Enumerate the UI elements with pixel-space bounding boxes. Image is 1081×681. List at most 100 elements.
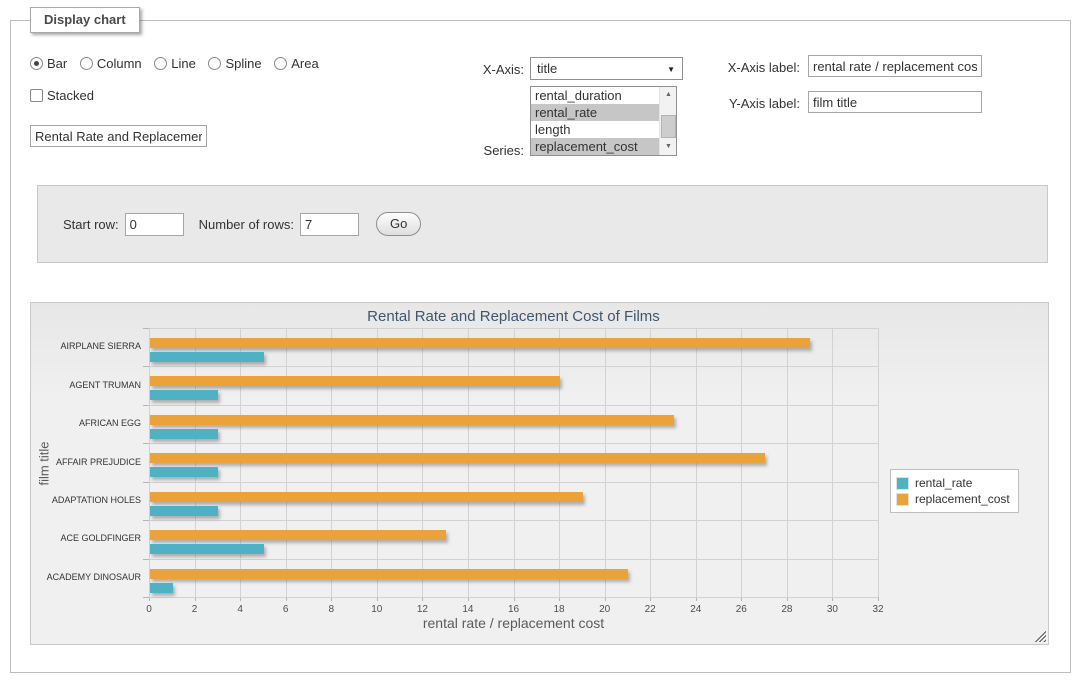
y-axis-tick	[143, 405, 149, 406]
y-axis-tick	[143, 559, 149, 560]
category-label: AFFAIR PREJUDICE	[45, 457, 141, 467]
y-axis-tick	[143, 328, 149, 329]
x-tick-label: 20	[590, 604, 620, 615]
x-tick-label: 6	[271, 604, 301, 615]
x-tick-label: 32	[863, 604, 893, 615]
chart-type-option-spline[interactable]: Spline	[208, 56, 261, 71]
x-tick-label: 10	[362, 604, 392, 615]
grid-line-horizontal	[149, 597, 878, 598]
x-tick-label: 4	[225, 604, 255, 615]
fieldset-legend: Display chart	[30, 7, 140, 33]
bar[interactable]	[150, 544, 264, 554]
bar[interactable]	[150, 352, 264, 362]
chart-type-option-column[interactable]: Column	[80, 56, 142, 71]
x-axis-label-input[interactable]	[808, 55, 982, 77]
chart-type-option-area[interactable]: Area	[274, 56, 318, 71]
column-radio[interactable]	[80, 57, 93, 70]
line-radio[interactable]	[154, 57, 167, 70]
x-tick-label: 16	[499, 604, 529, 615]
spline-radio[interactable]	[208, 57, 221, 70]
num-rows-input[interactable]	[300, 213, 359, 236]
x-tick-label: 8	[316, 604, 346, 615]
grid-line-vertical	[787, 328, 788, 597]
bar[interactable]	[150, 390, 218, 400]
series-option-replacement-cost[interactable]: replacement_cost	[531, 138, 661, 155]
stacked-label: Stacked	[47, 88, 94, 103]
x-tick-label: 2	[180, 604, 210, 615]
bar[interactable]	[150, 376, 560, 386]
bar[interactable]	[150, 569, 628, 579]
x-tick-label: 0	[134, 604, 164, 615]
bar[interactable]	[150, 415, 674, 425]
bar[interactable]	[150, 530, 446, 540]
bar[interactable]	[150, 453, 765, 463]
grid-line-horizontal	[149, 443, 878, 444]
chevron-down-icon: ▼	[667, 65, 675, 74]
x-tick-label: 18	[544, 604, 574, 615]
series-listbox-scrollbar[interactable]: ▲ ▼	[659, 87, 676, 155]
category-label: ACADEMY DINOSAUR	[45, 572, 141, 582]
area-radio[interactable]	[274, 57, 287, 70]
bar[interactable]	[150, 492, 583, 502]
y-axis-label-label: Y-Axis label:	[688, 96, 800, 111]
line-radio-label: Line	[171, 56, 196, 71]
go-button[interactable]: Go	[376, 212, 421, 236]
area-radio-label: Area	[291, 56, 318, 71]
series-option-rental-rate[interactable]: rental_rate	[531, 104, 661, 121]
x-axis-select[interactable]: title ▼	[530, 57, 683, 80]
rows-controls: Start row: Number of rows: Go	[63, 212, 421, 236]
legend-label: replacement_cost	[915, 492, 1010, 506]
bar[interactable]	[150, 338, 810, 348]
grid-line-horizontal	[149, 405, 878, 406]
scroll-up-icon[interactable]: ▲	[660, 87, 677, 103]
x-tick-label: 30	[817, 604, 847, 615]
legend-item[interactable]: rental_rate	[896, 476, 1010, 490]
series-listbox-label: Series:	[430, 143, 524, 158]
y-axis-tick	[143, 597, 149, 598]
stacked-option[interactable]: Stacked	[30, 88, 94, 103]
bar-radio[interactable]	[30, 57, 43, 70]
legend-item[interactable]: replacement_cost	[896, 492, 1010, 506]
bar[interactable]	[150, 429, 218, 439]
bar[interactable]	[150, 583, 173, 593]
column-radio-label: Column	[97, 56, 142, 71]
resize-handle-icon[interactable]	[1034, 630, 1046, 642]
scrollbar-thumb[interactable]	[661, 115, 676, 138]
bar[interactable]	[150, 506, 218, 516]
x-tick-label: 28	[772, 604, 802, 615]
series-option-length[interactable]: length	[531, 121, 661, 138]
grid-line-horizontal	[149, 482, 878, 483]
bar[interactable]	[150, 467, 218, 477]
category-label: AGENT TRUMAN	[45, 380, 141, 390]
start-row-input[interactable]	[125, 213, 184, 236]
grid-line-horizontal	[149, 559, 878, 560]
x-tick-label: 24	[681, 604, 711, 615]
x-axis-label-label: X-Axis label:	[688, 60, 800, 75]
series-option-rental-duration[interactable]: rental_duration	[531, 87, 661, 104]
category-label: AIRPLANE SIERRA	[45, 341, 141, 351]
category-label: ACE GOLDFINGER	[45, 533, 141, 543]
y-axis-label-input[interactable]	[808, 91, 982, 113]
x-tick-label: 12	[407, 604, 437, 615]
grid-line-vertical	[832, 328, 833, 597]
scroll-down-icon[interactable]: ▼	[660, 139, 677, 155]
chart-x-axis-title: rental rate / replacement cost	[149, 615, 878, 631]
y-axis-tick	[143, 520, 149, 521]
grid-line-horizontal	[149, 366, 878, 367]
y-axis-tick	[143, 482, 149, 483]
stacked-checkbox[interactable]	[30, 89, 43, 102]
legend-label: rental_rate	[915, 476, 972, 490]
legend-swatch-icon	[896, 493, 909, 506]
start-row-label: Start row:	[63, 217, 119, 232]
series-listbox[interactable]: rental_duration rental_rate length repla…	[530, 86, 677, 156]
rows-panel: Start row: Number of rows: Go	[37, 185, 1048, 263]
x-tick-label: 14	[453, 604, 483, 615]
chart-type-option-bar[interactable]: Bar	[30, 56, 67, 71]
chart-type-group: Bar Column Line Spline Area	[30, 56, 328, 71]
chart-legend: rental_rate replacement_cost	[890, 469, 1019, 513]
page: Display chart Bar Column Line Spline Are…	[0, 0, 1081, 681]
chart-title-input[interactable]	[30, 125, 207, 147]
grid-line-horizontal	[149, 520, 878, 521]
chart-type-option-line[interactable]: Line	[154, 56, 196, 71]
x-axis-select-label: X-Axis:	[430, 62, 524, 77]
